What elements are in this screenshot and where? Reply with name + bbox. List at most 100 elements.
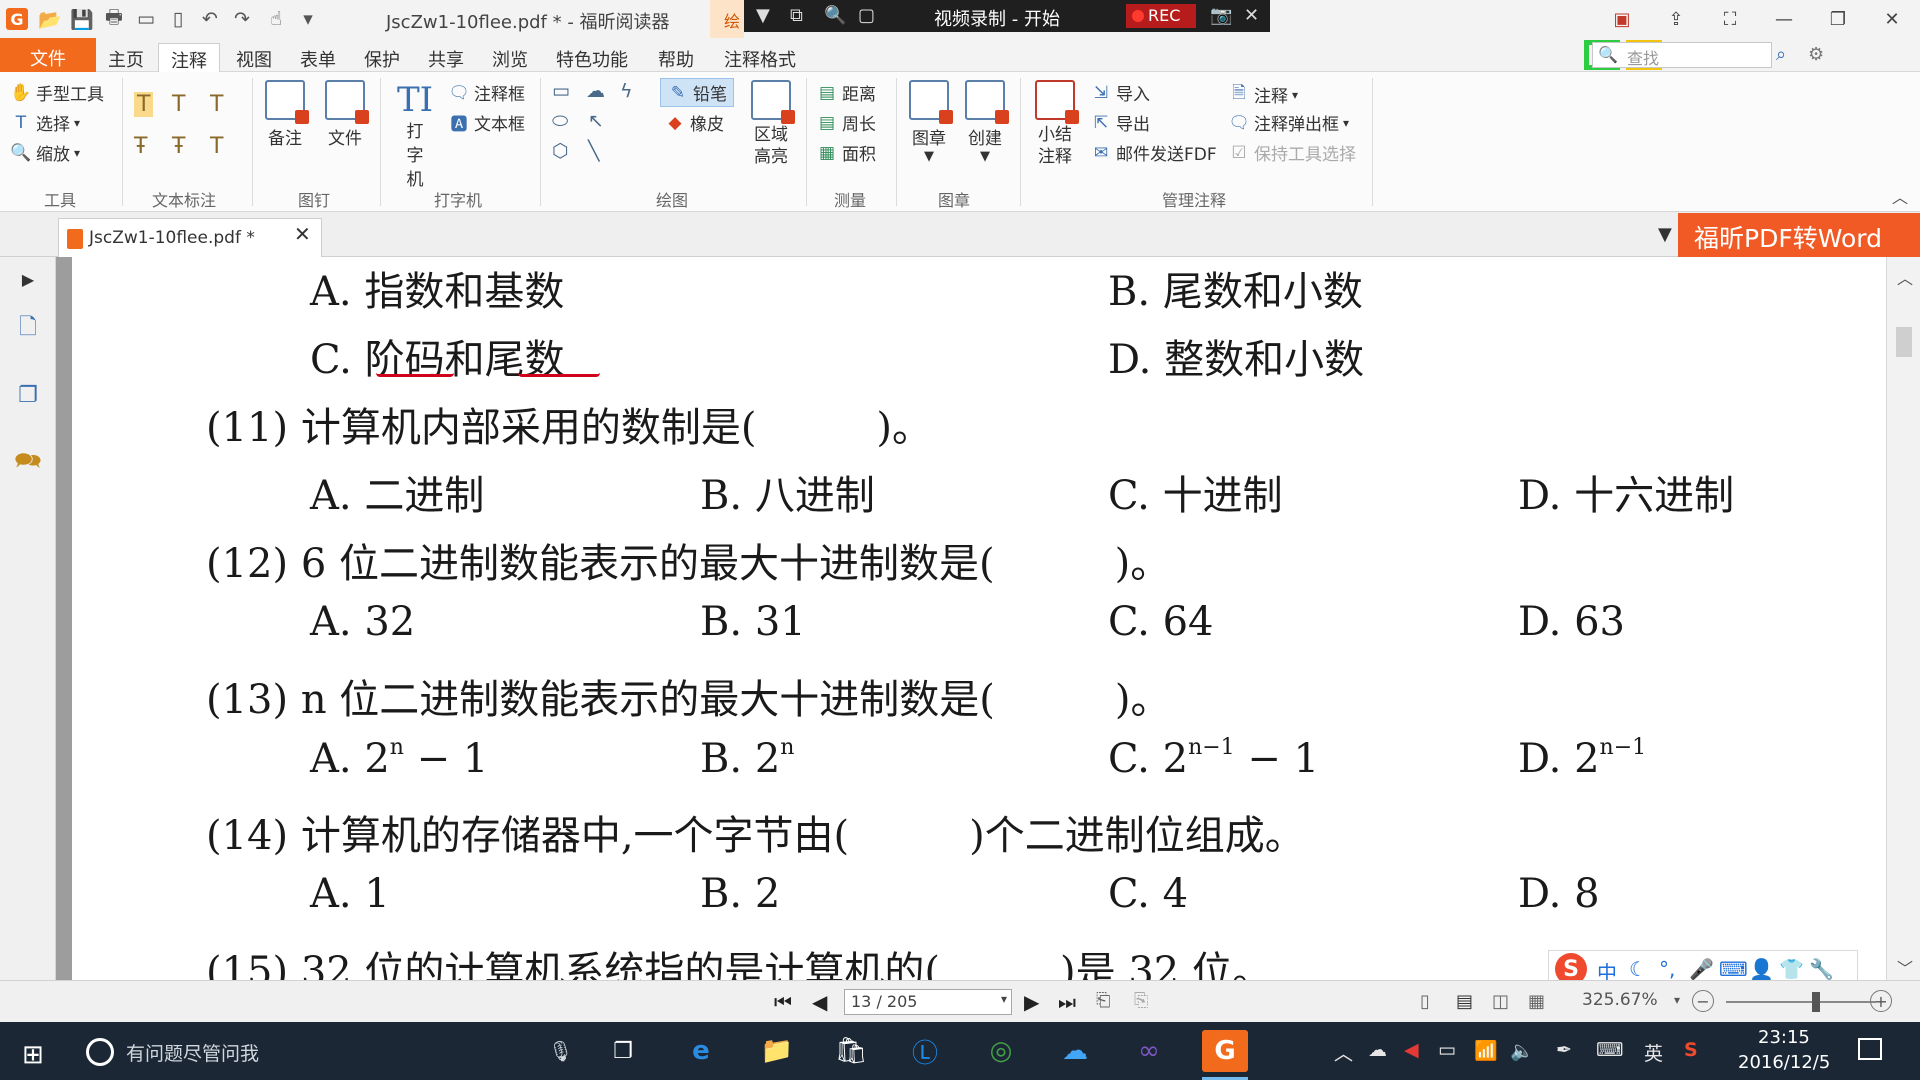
document-tab[interactable]: JscZw1-10flee.pdf * <box>58 218 322 257</box>
tab-comment-format[interactable]: 注释格式 <box>712 43 808 71</box>
store-icon[interactable]: 🛍 <box>828 1030 874 1072</box>
input-language[interactable]: 英 <box>1644 1039 1663 1066</box>
underline-text-icon[interactable]: T <box>210 92 223 117</box>
camera-icon[interactable]: 📷 <box>1210 5 1232 26</box>
next-view-icon[interactable]: ⎘ <box>1134 990 1148 1011</box>
create-stamp-button[interactable]: 创建 ▼ <box>962 80 1009 164</box>
fullscreen-icon[interactable]: ⛶ <box>1712 4 1748 34</box>
perimeter-button[interactable]: ▤ 周长 <box>816 110 876 136</box>
zoom-dropdown-icon[interactable]: ▾ <box>1674 993 1680 1007</box>
import-button[interactable]: ⇲ 导入 <box>1090 80 1150 106</box>
tab-features[interactable]: 特色功能 <box>544 43 640 71</box>
zoom-in-icon[interactable]: + <box>1870 990 1892 1012</box>
file-attachment-button[interactable]: 文件 <box>322 80 369 149</box>
oval-icon[interactable]: ⬭ <box>552 110 568 132</box>
highlight-text-icon[interactable]: T <box>134 92 154 117</box>
tab-home[interactable]: 主页 <box>96 43 156 71</box>
facing-view-icon[interactable]: ◫ <box>1492 991 1509 1012</box>
recorder-zoom-icon[interactable]: 🔍 <box>824 5 846 26</box>
next-page-icon[interactable]: ▶ <box>1024 990 1039 1014</box>
pages-thumbnail-icon[interactable]: ❐ <box>12 379 44 411</box>
vertical-scrollbar[interactable]: ︿ ﹀ <box>1886 257 1920 980</box>
undo-icon[interactable]: ↶ <box>198 7 222 31</box>
close-tab-icon[interactable]: ✕ <box>294 222 311 246</box>
popup-notes-dropdown[interactable]: 🗨 注释弹出框 ▾ <box>1228 110 1349 136</box>
file-menu[interactable]: 文件 <box>0 38 96 72</box>
zoom-tool-button[interactable]: 🔍 缩放 ▾ <box>10 140 80 166</box>
recorder-region-icon[interactable]: ▢ <box>858 5 875 26</box>
previous-page-icon[interactable]: ◀ <box>812 990 827 1014</box>
stamp-button[interactable]: 图章 ▼ <box>906 80 953 164</box>
pen-icon[interactable]: ✒ <box>1556 1039 1572 1061</box>
select-tool-button[interactable]: T 选择 ▾ <box>10 110 80 136</box>
hand-dropdown-icon[interactable]: ☝ <box>264 7 288 31</box>
settings-icon[interactable]: ⚙ <box>1808 44 1824 65</box>
collapse-ribbon-icon[interactable]: ︿ <box>1892 184 1908 208</box>
squiggly-text-icon[interactable]: T <box>172 92 185 117</box>
bookmarks-icon[interactable]: 🗋 <box>12 313 44 345</box>
user-icon[interactable]: 👤 <box>1749 957 1774 981</box>
customize-quick-access-icon[interactable]: ▾ <box>296 7 320 31</box>
strikeout-text-icon[interactable]: Ŧ <box>134 134 147 159</box>
scroll-down-icon[interactable]: ﹀ <box>1897 955 1913 979</box>
punctuation-icon[interactable]: °, <box>1659 957 1675 981</box>
tab-share[interactable]: 共享 <box>416 43 476 71</box>
first-page-icon[interactable]: ⏮ <box>774 990 792 1014</box>
expand-panel-icon[interactable]: ▶ <box>12 263 44 295</box>
clock-time[interactable]: 23:15 <box>1758 1027 1810 1048</box>
new-doc-icon[interactable]: ▯ <box>166 7 190 31</box>
typewriter-button[interactable]: TI 打字机 <box>392 80 438 192</box>
page-dropdown-icon[interactable]: ▾ <box>1001 992 1007 1006</box>
scroll-up-icon[interactable]: ︿ <box>1897 265 1913 289</box>
close-button[interactable]: ✕ <box>1874 4 1910 34</box>
moon-icon[interactable]: ☾ <box>1629 957 1647 981</box>
export-button[interactable]: ⇱ 导出 <box>1090 110 1150 136</box>
tab-comment[interactable]: 注释 <box>158 43 220 73</box>
zoom-level[interactable]: 325.67% <box>1582 990 1658 1010</box>
pencil-button[interactable]: ✎ 铅笔 <box>660 78 734 107</box>
foxit-logo-icon[interactable]: G <box>6 8 28 30</box>
search-input[interactable]: 查找 <box>1592 42 1772 68</box>
browser-360-icon[interactable]: ◎ <box>978 1030 1024 1072</box>
continuous-facing-view-icon[interactable]: ▦ <box>1528 991 1545 1012</box>
tab-list-dropdown-icon[interactable]: ▼ <box>1658 224 1672 245</box>
arrow-icon[interactable]: ↖ <box>588 110 604 132</box>
restore-button[interactable]: ❐ <box>1820 4 1856 34</box>
tab-help[interactable]: 帮助 <box>646 43 706 71</box>
single-page-view-icon[interactable]: ▯ <box>1420 991 1430 1012</box>
pdf-to-word-button[interactable]: 福昕PDF转Word <box>1678 213 1920 257</box>
recorder-close-icon[interactable]: ✕ <box>1244 5 1259 26</box>
zoom-out-icon[interactable]: − <box>1692 990 1714 1012</box>
note-button[interactable]: 备注 <box>262 80 309 149</box>
redo-icon[interactable]: ↷ <box>230 7 254 31</box>
drawing-format-tab[interactable]: 绘 <box>710 0 744 38</box>
infinity-app-icon[interactable]: ∞ <box>1126 1030 1172 1072</box>
battery-icon[interactable]: ▭ <box>1438 1039 1456 1061</box>
app-l-icon[interactable]: Ⓛ <box>902 1030 948 1072</box>
file-explorer-icon[interactable]: 📁 <box>754 1030 800 1072</box>
save-icon[interactable]: 💾 <box>70 7 94 31</box>
wifi-icon[interactable]: 📶 <box>1474 1039 1498 1062</box>
alert-tray-icon[interactable]: ◀ <box>1404 1039 1419 1061</box>
search-go-icon[interactable]: ⌕ <box>1776 44 1786 65</box>
area-button[interactable]: ▦ 面积 <box>816 140 876 166</box>
cloud-icon[interactable]: ☁ <box>586 80 605 102</box>
insert-text-icon[interactable]: T <box>210 134 223 159</box>
replace-text-icon[interactable]: Ŧ <box>172 134 185 159</box>
print-icon[interactable]: 🖶 <box>102 6 126 31</box>
textbox-button[interactable]: 🅰 文本框 <box>448 110 526 135</box>
eraser-button[interactable]: ◆ 橡皮 <box>664 110 724 136</box>
recorder-menu-icon[interactable]: ▼ <box>756 5 770 26</box>
volume-icon[interactable]: 🔈 <box>1510 1039 1534 1062</box>
minimize-button[interactable]: — <box>1766 4 1802 34</box>
keyboard-icon[interactable]: ⌨ <box>1719 957 1748 981</box>
open-folder-icon[interactable]: 📂 <box>38 7 62 31</box>
recorder-window-icon[interactable]: ⧉ <box>790 5 803 26</box>
comments-panel-icon[interactable]: 🗪 <box>12 447 44 479</box>
tab-view[interactable]: 视图 <box>224 43 284 71</box>
microphone-icon[interactable]: 🎙 <box>548 1039 573 1063</box>
scrollbar-thumb[interactable] <box>1896 327 1912 357</box>
cortana-icon[interactable] <box>86 1038 114 1066</box>
sogou-tray-icon[interactable]: S <box>1684 1039 1698 1061</box>
page-number-input[interactable]: 13 / 205 ▾ <box>844 989 1012 1015</box>
